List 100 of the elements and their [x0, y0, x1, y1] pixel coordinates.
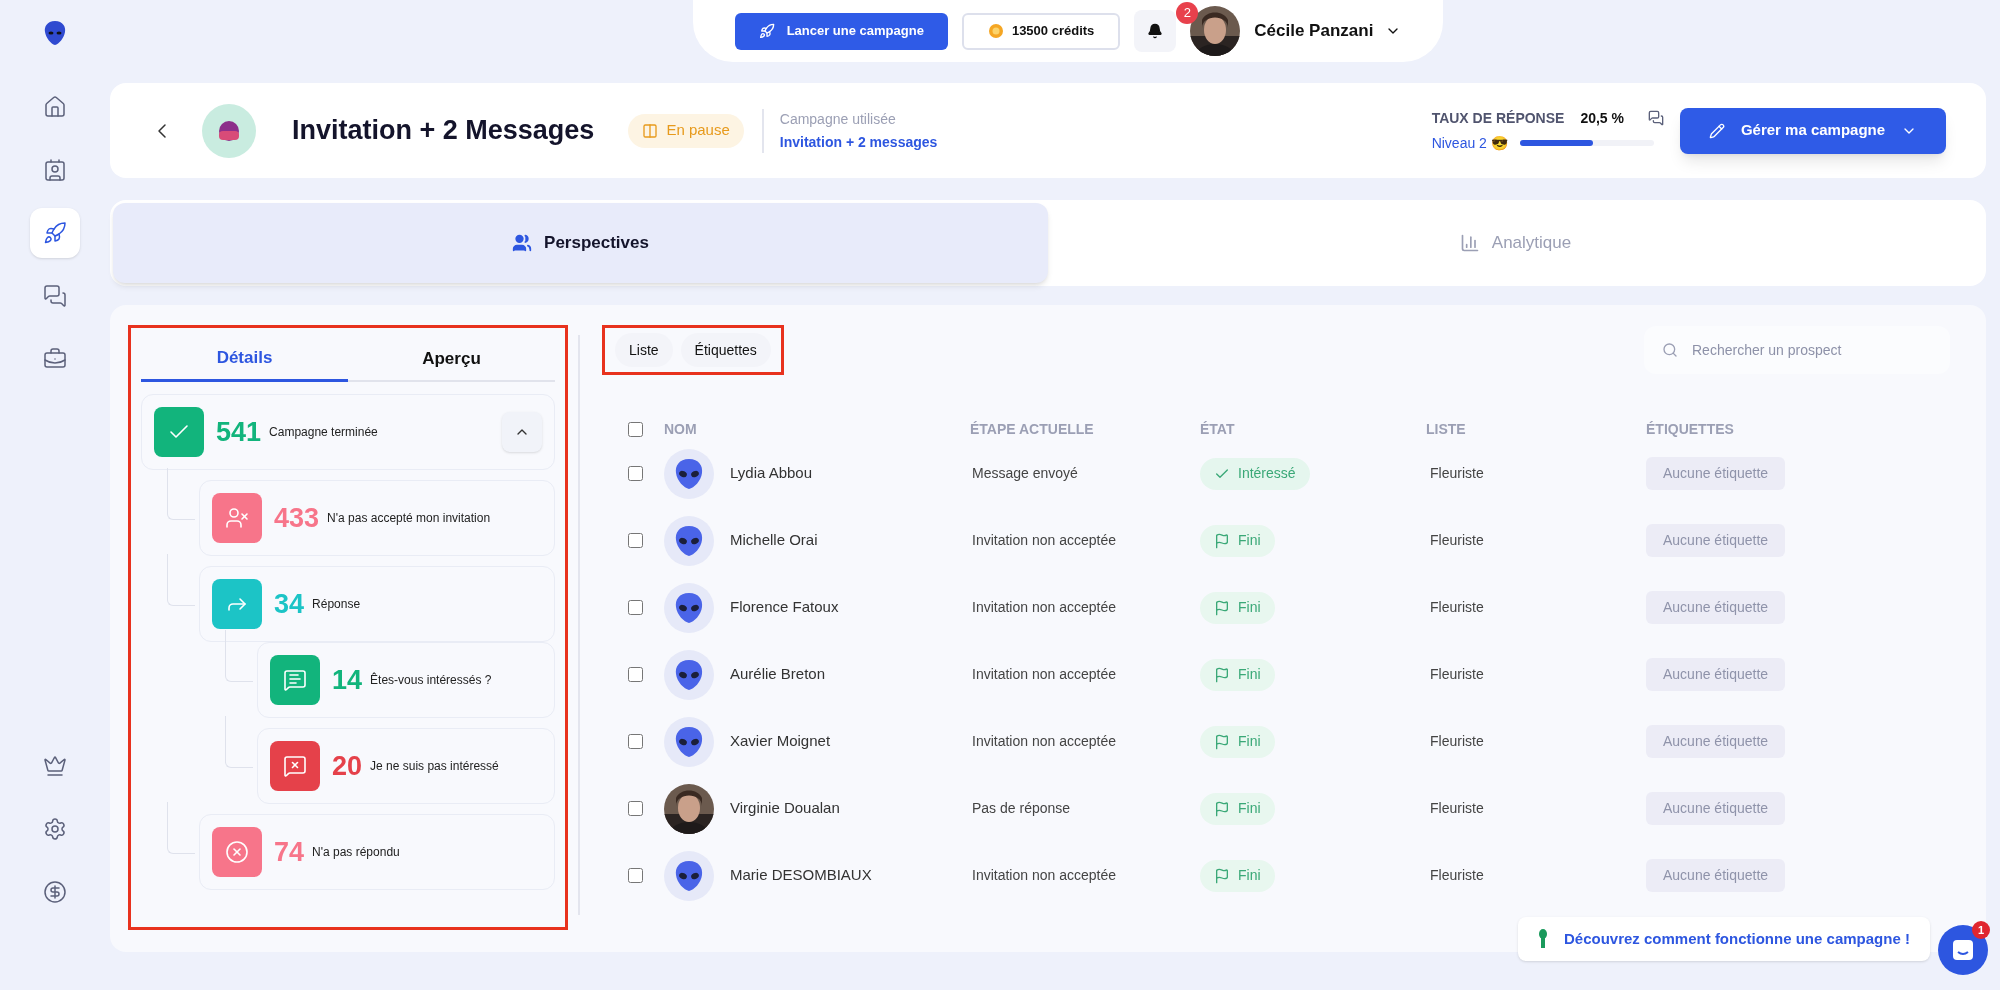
funnel-card[interactable]: 541 Campagne terminée	[141, 394, 555, 470]
table-cell-text: Invitation non acceptée	[971, 665, 1117, 684]
connector-line	[167, 468, 195, 520]
funnel-card[interactable]: 433 N'a pas accepté mon invitation	[199, 480, 555, 556]
funnel-label: Campagne terminée	[269, 424, 378, 441]
funnel-label: Êtes-vous intéressés ?	[370, 671, 492, 689]
flag-icon	[1214, 599, 1230, 616]
list-tab[interactable]: Liste	[615, 333, 673, 367]
column-header: NOM	[664, 420, 697, 439]
help-tip[interactable]: Découvrez comment fonctionne une campagne !	[1518, 917, 1930, 961]
settings-icon	[43, 817, 67, 841]
row-checkbox[interactable]	[628, 734, 643, 749]
flag-icon	[1214, 733, 1230, 750]
funnel-card[interactable]: 34 Réponse	[199, 566, 555, 642]
prospect-name[interactable]: Michelle Orai	[730, 529, 818, 552]
funnel-label: Réponse	[312, 596, 361, 613]
funnel-label: N'a pas répondu	[312, 844, 400, 861]
funnel-card[interactable]: 74 N'a pas répondu	[199, 814, 555, 890]
table-cell-text: Fleuriste	[1429, 531, 1485, 550]
state-badge: Fini	[1200, 658, 1275, 691]
prospect-name[interactable]: Lydia Abbou	[730, 462, 813, 485]
state-badge: Intéressé	[1200, 457, 1310, 490]
campaign-logo-icon	[202, 103, 256, 158]
count: 541	[216, 418, 262, 446]
crown-icon	[43, 754, 67, 778]
table-cell-text: Fleuriste	[1429, 732, 1485, 751]
manage-campaign-button[interactable]: Gérer ma campagne	[1680, 107, 1946, 154]
alien-avatar	[664, 850, 714, 901]
prospect-name[interactable]: Xavier Moignet	[730, 730, 831, 753]
column-header: ÉTAT	[1200, 420, 1235, 439]
briefcase-icon	[43, 347, 67, 371]
launch-campaign-button[interactable]: Lancer une campagne	[734, 12, 948, 50]
count: 20	[332, 752, 363, 780]
panel-tab[interactable]: Détails	[141, 336, 348, 382]
table-cell-text: Message envoyé	[971, 464, 1079, 483]
table-cell-text: Fleuriste	[1429, 799, 1485, 818]
response-rate-value: 20,5 %	[1580, 108, 1624, 128]
chat-icon	[1648, 110, 1664, 126]
response-rate-label: TAUX DE RÉPONSE	[1431, 108, 1565, 128]
select-all-checkbox[interactable]	[628, 422, 643, 437]
row-checkbox[interactable]	[628, 533, 643, 548]
column-header: ÉTAPE ACTUELLE	[970, 420, 1094, 439]
logo-icon[interactable]	[43, 20, 67, 46]
campaign-title: Invitation + 2 Messages	[292, 114, 595, 148]
table-cell-text: Invitation non acceptée	[971, 866, 1117, 885]
alien-avatar	[664, 649, 714, 700]
bar-chart-icon	[1459, 233, 1480, 253]
connector-line	[225, 630, 253, 682]
pause-icon	[642, 122, 659, 139]
used-campaign-label: Campagne utilisée	[779, 109, 897, 129]
bell-icon	[1147, 23, 1164, 39]
prospect-name[interactable]: Aurélie Breton	[730, 663, 826, 686]
funnel-card[interactable]: 20 Je ne suis pas intéressé	[257, 728, 555, 804]
prospect-name[interactable]: Marie DESOMBIAUX	[730, 864, 872, 887]
row-checkbox[interactable]	[628, 868, 643, 883]
connector-line	[167, 802, 195, 854]
count: 14	[332, 666, 363, 694]
flag-icon	[1214, 867, 1230, 884]
funnel-card[interactable]: 14 Êtes-vous intéressés ?	[257, 642, 555, 718]
state-badge: Fini	[1200, 725, 1275, 758]
row-checkbox[interactable]	[628, 667, 643, 682]
prospect-name[interactable]: Virginie Doualan	[730, 797, 840, 820]
users-icon	[512, 233, 533, 253]
home-icon	[43, 95, 67, 119]
state-badge: Fini	[1200, 859, 1275, 892]
alien-avatar	[664, 716, 714, 767]
level-label: Niveau 2 😎	[1431, 133, 1508, 153]
table-cell-text: Fleuriste	[1429, 598, 1485, 617]
list-tab[interactable]: Étiquettes	[680, 333, 771, 367]
used-campaign-link[interactable]: Invitation + 2 messages	[779, 131, 938, 153]
chat-icon	[1952, 939, 1974, 961]
contact-card-icon	[43, 158, 67, 182]
prospect-name[interactable]: Florence Fatoux	[730, 596, 839, 619]
row-checkbox[interactable]	[628, 466, 643, 481]
alien-avatar	[664, 515, 714, 566]
panel-tab[interactable]: Aperçu	[348, 336, 555, 382]
chat-badge: 1	[1972, 921, 1990, 939]
count: 34	[274, 590, 305, 618]
user-menu[interactable]: Cécile Panzani	[1254, 18, 1402, 44]
connector-line	[167, 554, 195, 606]
flag-icon	[1214, 800, 1230, 817]
coin-icon	[987, 23, 1004, 39]
row-checkbox[interactable]	[628, 600, 643, 615]
rocket-icon	[758, 23, 775, 39]
status-badge: En pause	[628, 113, 744, 148]
help-link[interactable]: Découvrez comment fonctionne une campagne !	[1564, 927, 1910, 951]
state-badge: Fini	[1200, 591, 1275, 624]
funnel-label: Je ne suis pas intéressé	[370, 758, 499, 775]
table-cell-text: Invitation non acceptée	[971, 732, 1117, 751]
table-cell-text: Invitation non acceptée	[971, 598, 1117, 617]
notification-badge: 2	[1176, 2, 1199, 24]
table-cell-text: Fleuriste	[1429, 464, 1485, 483]
notification-button[interactable]	[1134, 10, 1177, 52]
credits-button[interactable]: 13500 crédits	[961, 12, 1121, 50]
flag-icon	[1214, 666, 1230, 683]
dollar-icon	[43, 880, 67, 904]
view-tab[interactable]: Perspectives	[113, 203, 1048, 283]
table-cell-text: Fleuriste	[1429, 665, 1485, 684]
sidebar-button[interactable]	[30, 208, 80, 258]
row-checkbox[interactable]	[628, 801, 643, 816]
